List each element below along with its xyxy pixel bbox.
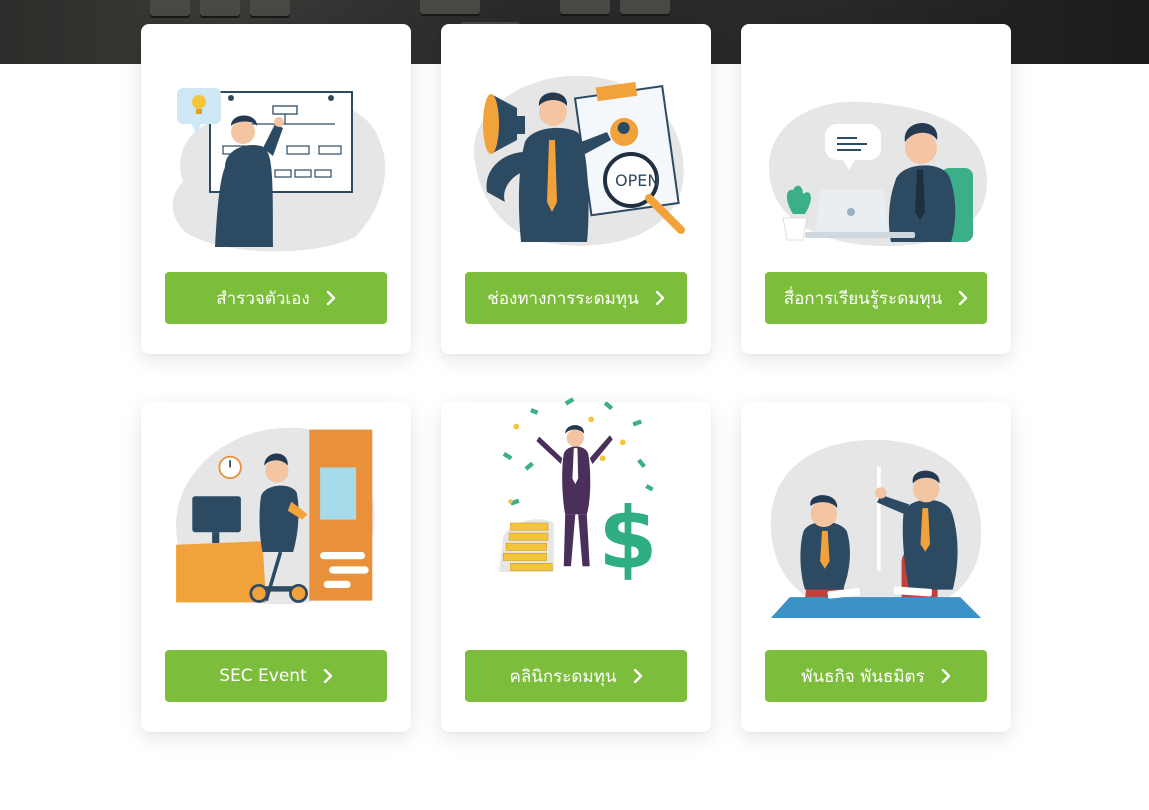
button-label: ช่องทางการระดมทุน <box>487 288 639 309</box>
money-celebration-icon: $ <box>498 397 657 589</box>
chevron-right-icon <box>941 669 951 683</box>
button-label: สื่อการเรียนรู้ระดมทุน <box>783 288 943 309</box>
svg-text:OPEN: OPEN <box>615 171 659 190</box>
office-scooter-icon <box>176 427 375 605</box>
card-sec-event: SEC Event <box>141 402 411 732</box>
laptop-chat-icon <box>769 101 987 247</box>
job-search-megaphone-icon: OPEN <box>473 75 685 246</box>
learning-media-button[interactable]: สื่อการเรียนรู้ระดมทุน <box>765 272 987 324</box>
chevron-right-icon <box>326 291 336 305</box>
card-learning-media: สื่อการเรียนรู้ระดมทุน <box>741 24 1011 354</box>
partners-button[interactable]: พันธกิจ พันธมิตร <box>765 650 987 702</box>
sec-event-button[interactable]: SEC Event <box>165 650 387 702</box>
card-self-assessment: สำรวจตัวเอง <box>141 24 411 354</box>
card-clinic: $ คลินิกระดมทุน <box>441 397 711 732</box>
button-label: พันธกิจ พันธมิตร <box>801 666 925 687</box>
strategy-board-icon <box>172 88 386 252</box>
investment-channels-button[interactable]: ช่องทางการระดมทุน <box>465 272 687 324</box>
self-assessment-button[interactable]: สำรวจตัวเอง <box>165 272 387 324</box>
button-label: สำรวจตัวเอง <box>216 288 310 309</box>
button-label: SEC Event <box>219 666 307 686</box>
button-label: คลินิกระดมทุน <box>509 666 617 687</box>
card-partners: พันธกิจ พันธมิตร <box>741 402 1011 732</box>
chevron-right-icon <box>323 669 333 683</box>
chevron-right-icon <box>633 669 643 683</box>
clinic-button[interactable]: คลินิกระดมทุน <box>465 650 687 702</box>
chevron-right-icon <box>958 291 968 305</box>
business-meeting-icon <box>770 439 982 618</box>
chevron-right-icon <box>655 291 665 305</box>
card-investment-channels: OPEN ช่องทางการระดมทุน <box>441 24 711 354</box>
svg-text:$: $ <box>598 490 657 589</box>
